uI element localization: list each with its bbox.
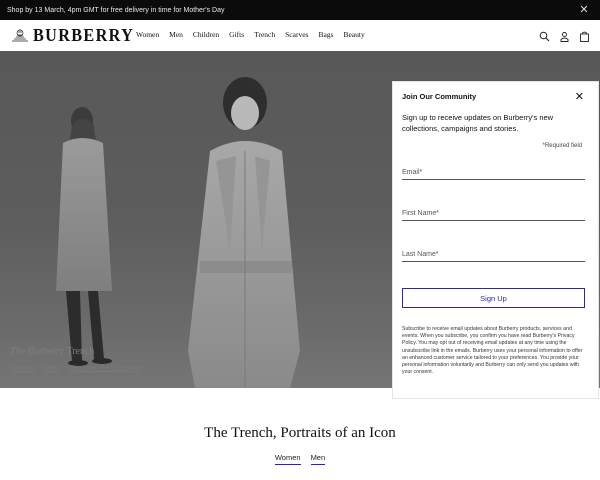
main-nav: Women Men Children Gifts Trench Scarves … — [136, 30, 375, 39]
privacy-disclaimer: Subscribe to receive email updates about… — [402, 326, 583, 376]
hero-link-women[interactable]: Women — [10, 365, 34, 372]
search-icon[interactable] — [539, 29, 550, 42]
close-icon[interactable]: ✕ — [578, 4, 590, 16]
promo-banner: Shop by 13 March, 4pm GMT for free deliv… — [0, 0, 600, 20]
email-field[interactable]: Email* — [402, 166, 585, 180]
section-link-women[interactable]: Women — [274, 453, 301, 465]
feature-section: The Trench, Portraits of an Icon Women M… — [0, 388, 600, 480]
section-links: Women Men — [0, 453, 600, 465]
hero-caption: The Burberry Trench — [10, 346, 95, 357]
section-title: The Trench, Portraits of an Icon — [204, 425, 396, 441]
modal-title: Join Our Community — [402, 92, 477, 101]
nav-children[interactable]: Children — [193, 30, 219, 39]
account-icon[interactable] — [559, 29, 570, 42]
nav-bags[interactable]: Bags — [318, 30, 333, 39]
bag-icon[interactable] — [579, 29, 590, 42]
equestrian-crest-icon — [12, 29, 28, 42]
nav-beauty[interactable]: Beauty — [343, 30, 364, 39]
first-name-placeholder: First Name* — [402, 210, 439, 217]
header-icons — [539, 29, 590, 42]
promo-text: Shop by 13 March, 4pm GMT for free deliv… — [7, 6, 225, 14]
email-placeholder: Email* — [402, 169, 423, 176]
last-name-field[interactable]: Last Name* — [402, 248, 585, 262]
close-icon[interactable]: ✕ — [575, 90, 584, 103]
site-header: BURBERRY Women Men Children Gifts Trench… — [0, 20, 600, 51]
first-name-field[interactable]: First Name* — [402, 207, 585, 221]
nav-gifts[interactable]: Gifts — [229, 30, 244, 39]
hero-links: Women Men Discover the Campaign — [10, 365, 142, 372]
hero-link-men[interactable]: Men — [45, 365, 59, 372]
nav-women[interactable]: Women — [136, 30, 159, 39]
modal-intro: Sign up to receive updates on Burberry's… — [402, 113, 554, 133]
nav-scarves[interactable]: Scarves — [285, 30, 308, 39]
nav-trench[interactable]: Trench — [254, 30, 275, 39]
brand-logo[interactable]: BURBERRY — [33, 25, 134, 46]
newsletter-modal: Join Our Community ✕ Sign up to receive … — [392, 81, 599, 399]
required-note: *Required field — [542, 143, 582, 149]
sign-up-button[interactable]: Sign Up — [402, 288, 585, 308]
nav-men[interactable]: Men — [169, 30, 183, 39]
hero-link-campaign[interactable]: Discover the Campaign — [70, 365, 143, 372]
section-link-men[interactable]: Men — [310, 453, 326, 465]
last-name-placeholder: Last Name* — [402, 251, 439, 258]
